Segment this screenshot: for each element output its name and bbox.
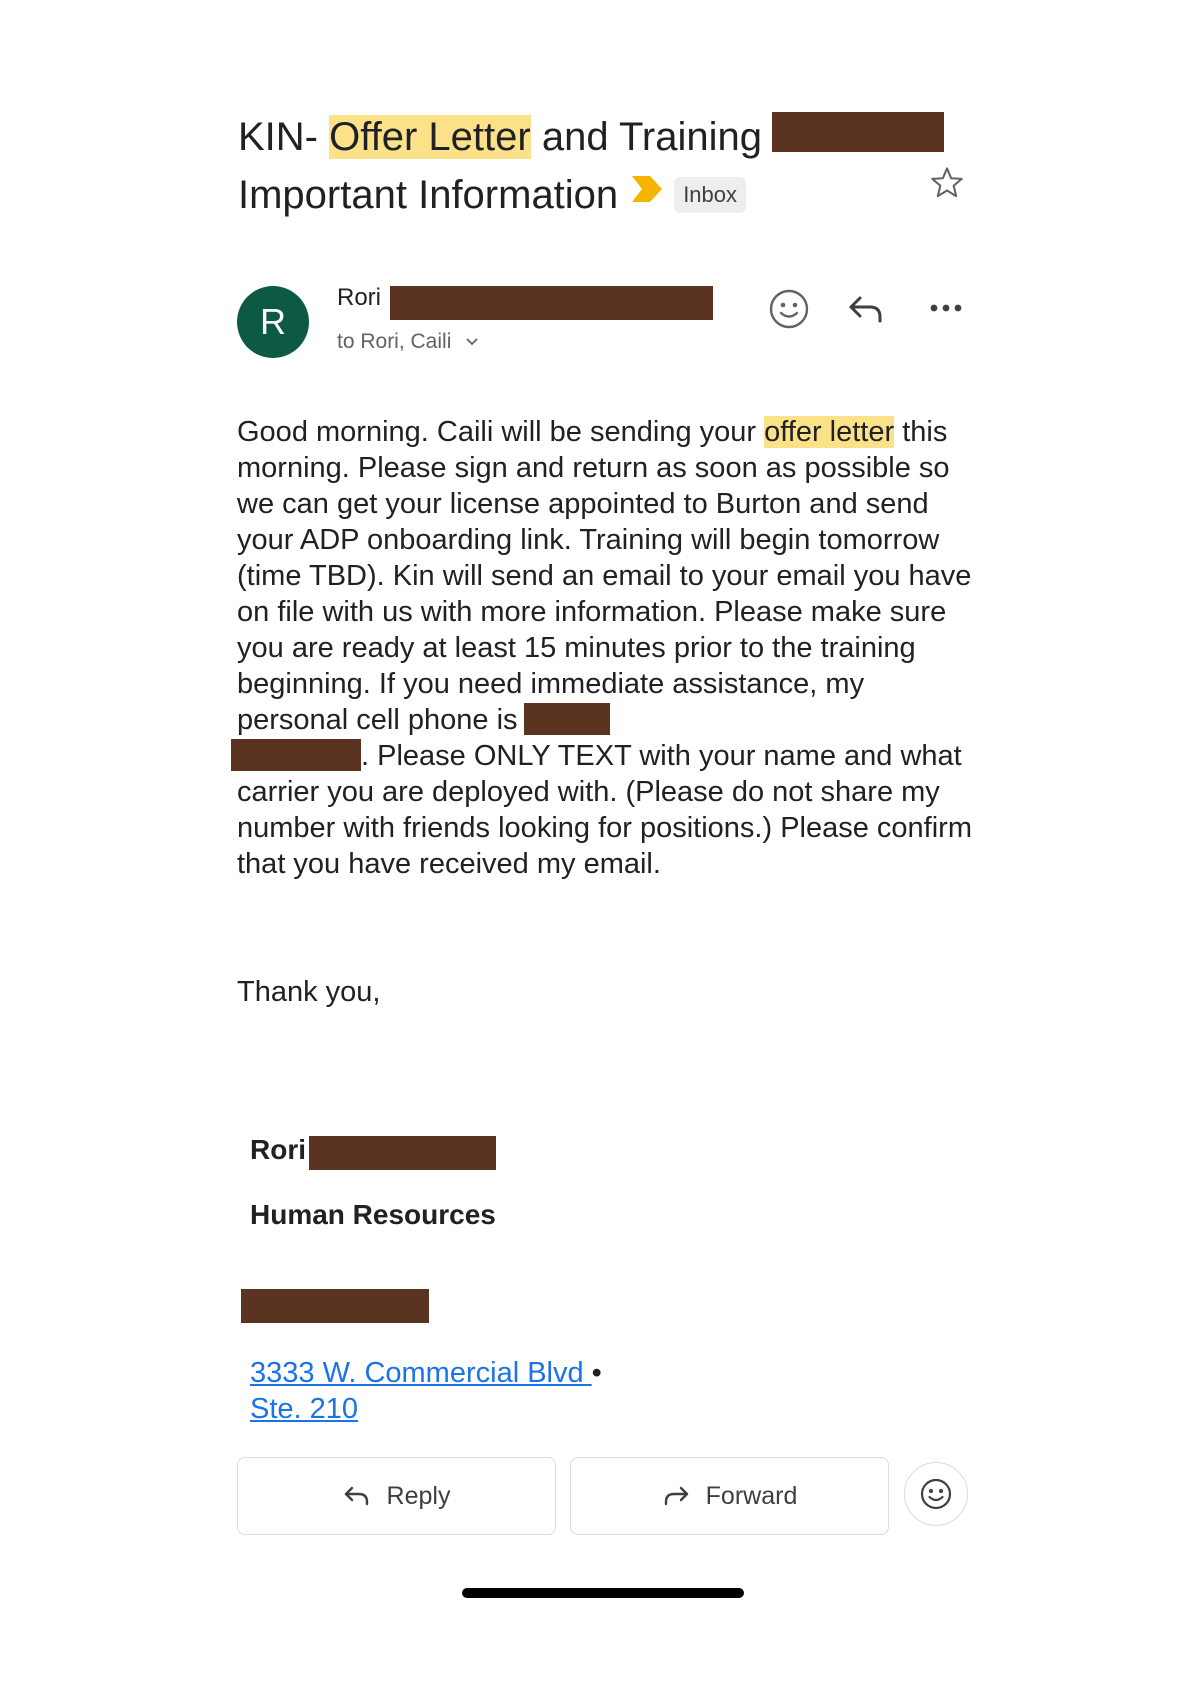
recipients-text: to Rori, Caili [337, 330, 452, 353]
signature-address: 3333 W. Commercial Blvd • Ste. 210 [250, 1355, 602, 1427]
label-important-icon[interactable] [632, 176, 663, 202]
subject-prefix: KIN- [238, 115, 330, 159]
subject-middle: and Training [530, 115, 762, 159]
subject-highlight: Offer Letter [329, 115, 531, 159]
reply-icon [344, 1486, 368, 1506]
sender-avatar[interactable]: R [237, 286, 309, 358]
body-paragraph: Good morning. Caili will be sending your… [231, 414, 977, 882]
email-subject: KIN- Offer Letter and Training Important… [238, 108, 958, 224]
redaction-block [390, 286, 713, 320]
body-text-a: Good morning. Caili will be sending your [237, 416, 765, 448]
reply-label: Reply [386, 1481, 451, 1510]
inbox-label-chip[interactable]: Inbox [674, 177, 747, 213]
body-text-b: this morning. Please sign and return as … [237, 416, 972, 736]
reply-button[interactable]: Reply [237, 1457, 556, 1535]
recipients-toggle[interactable]: to Rori, Caili [337, 330, 479, 354]
signature-name: Rori [250, 1134, 306, 1165]
redaction-block [309, 1136, 496, 1170]
address-link-line1[interactable]: 3333 W. Commercial Blvd [250, 1357, 592, 1389]
redaction-block [772, 112, 944, 152]
address-separator: • [591, 1357, 602, 1389]
sender-name[interactable]: Rori [337, 284, 381, 312]
reply-icon[interactable] [846, 290, 886, 328]
body-highlight: offer letter [764, 416, 895, 448]
signature-department: Human Resources [250, 1199, 496, 1230]
emoji-reaction-icon [920, 1478, 952, 1510]
more-options-icon[interactable] [928, 296, 964, 320]
address-link-line2[interactable]: Ste. 210 [250, 1393, 358, 1425]
redaction-block [231, 739, 361, 771]
redaction-block [523, 703, 610, 735]
closing-text: Thank you, [237, 976, 381, 1008]
home-indicator[interactable] [462, 1588, 744, 1598]
forward-label: Forward [705, 1481, 798, 1510]
emoji-reaction-icon[interactable] [768, 288, 810, 330]
star-icon[interactable] [928, 164, 966, 202]
forward-button[interactable]: Forward [570, 1457, 889, 1535]
subject-line2: Important Information [238, 173, 619, 217]
email-body: Good morning. Caili will be sending your… [231, 414, 977, 882]
emoji-reaction-button[interactable] [904, 1462, 968, 1526]
chevron-down-icon [466, 338, 478, 346]
forward-icon [664, 1486, 688, 1506]
redaction-block [241, 1289, 429, 1323]
